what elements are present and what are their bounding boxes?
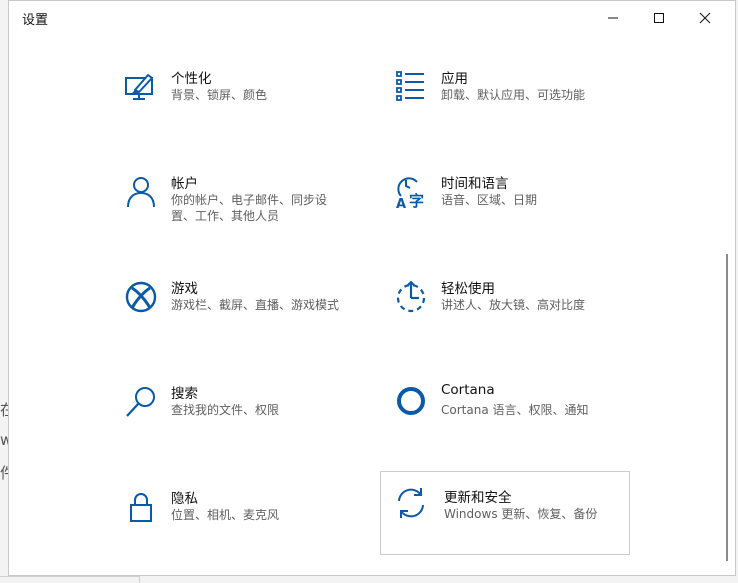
tile-title: 搜索 (171, 386, 198, 402)
tile-description: 游戏栏、截屏、直播、游戏模式 (171, 298, 340, 312)
time-language-icon: A 字 (393, 174, 429, 210)
tile-title: 隐私 (171, 491, 198, 507)
accounts-icon (123, 174, 159, 210)
tile-title: 应用 (441, 71, 468, 87)
update-icon (393, 485, 429, 521)
personalization-icon (123, 69, 159, 105)
background-text-fragment: 件 (0, 464, 8, 482)
close-button[interactable] (682, 1, 728, 35)
tile-privacy[interactable]: 隐私 位置、相机、麦克风 (115, 485, 365, 569)
tile-description: Cortana 语言、权限、通知 (441, 403, 589, 417)
tile-ease-of-access[interactable]: 轻松使用 讲述人、放大镜、高对比度 (385, 275, 635, 359)
xbox-icon (123, 279, 159, 315)
tile-apps[interactable]: 应用 卸载、默认应用、可选功能 (385, 65, 635, 149)
svg-text:A: A (396, 197, 406, 210)
tile-description: 卸载、默认应用、可选功能 (441, 88, 586, 102)
tile-title: Cortana (441, 382, 495, 398)
tile-title: 游戏 (171, 281, 198, 297)
tile-description: 语音、区域、日期 (441, 193, 538, 207)
background-text-fragment: w (0, 431, 8, 449)
tile-description: Windows 更新、恢复、备份 (444, 507, 598, 521)
settings-window: 设置 个性化 背景、锁屏、颜色 应用 卸载、默认应用、可选功能 帐户 你的帐户、… (8, 0, 736, 576)
scrollbar-thumb[interactable] (726, 254, 728, 561)
tile-title: 更新和安全 (444, 490, 512, 506)
maximize-button[interactable] (636, 1, 682, 35)
title-bar[interactable]: 设置 (9, 1, 735, 35)
apps-icon (393, 69, 429, 105)
background-divider (0, 576, 140, 577)
lock-icon (123, 489, 159, 525)
tile-description: 查找我的文件、权限 (171, 403, 280, 417)
tile-personalization[interactable]: 个性化 背景、锁屏、颜色 (115, 65, 365, 149)
svg-text:字: 字 (409, 192, 424, 210)
settings-grid: 个性化 背景、锁屏、颜色 应用 卸载、默认应用、可选功能 帐户 你的帐户、电子邮… (9, 35, 735, 575)
tile-cortana[interactable]: Cortana Cortana 语言、权限、通知 (385, 380, 635, 464)
tile-gaming[interactable]: 游戏 游戏栏、截屏、直播、游戏模式 (115, 275, 365, 359)
tile-description: 你的帐户、电子邮件、同步设置、工作、其他人员 (171, 193, 328, 223)
maximize-icon (654, 13, 664, 23)
tile-search[interactable]: 搜索 查找我的文件、权限 (115, 380, 365, 464)
tile-title: 个性化 (171, 71, 212, 87)
window-title: 设置 (22, 13, 49, 28)
tile-title: 时间和语言 (441, 176, 509, 192)
minimize-button[interactable] (590, 1, 636, 35)
tile-title: 帐户 (171, 176, 198, 192)
tile-title: 轻松使用 (441, 281, 495, 297)
background-text-fragment: 在 (0, 401, 8, 419)
cortana-icon (393, 384, 429, 420)
close-icon (699, 12, 711, 24)
tile-description: 位置、相机、麦克风 (171, 508, 280, 522)
tile-update-security[interactable]: 更新和安全 Windows 更新、恢复、备份 (380, 471, 630, 555)
tile-description: 讲述人、放大镜、高对比度 (441, 298, 586, 312)
tile-accounts[interactable]: 帐户 你的帐户、电子邮件、同步设置、工作、其他人员 (115, 170, 365, 254)
tile-time-language[interactable]: A 字 时间和语言 语音、区域、日期 (385, 170, 635, 254)
background-divider (139, 576, 140, 583)
tile-description: 背景、锁屏、颜色 (171, 88, 268, 102)
ease-of-access-icon (393, 279, 429, 315)
search-icon (123, 384, 159, 420)
minimize-icon (608, 17, 618, 19)
